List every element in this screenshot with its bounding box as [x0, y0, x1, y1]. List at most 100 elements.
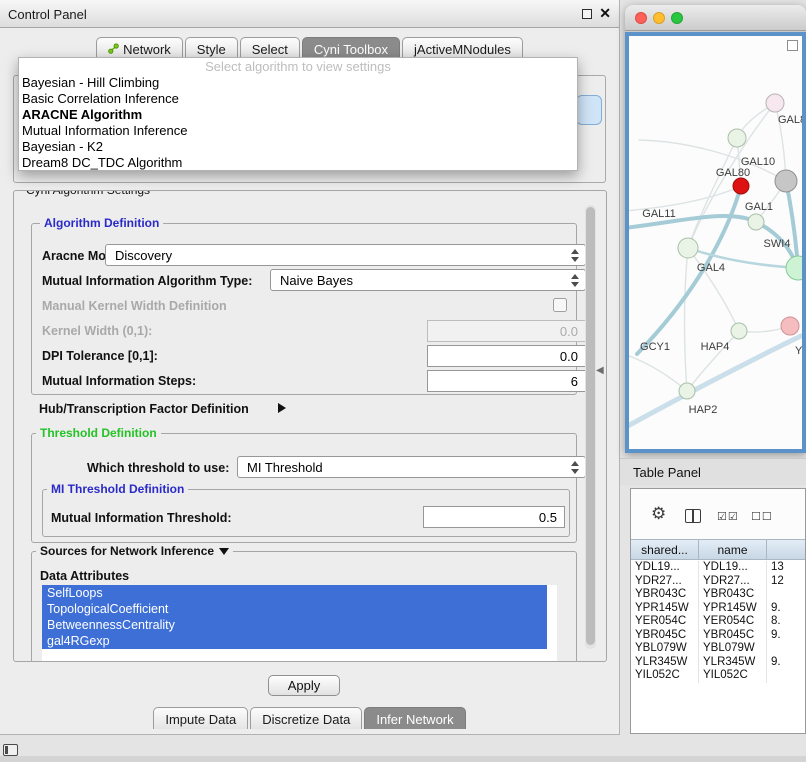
table-row[interactable]: YDL19...YDL19...13 — [631, 561, 805, 575]
network-node[interactable] — [678, 238, 698, 258]
mi-threshold-field[interactable]: 0.5 — [423, 506, 565, 528]
node-label-gal11[interactable]: GAL11 — [642, 208, 675, 220]
tab-label: Cyni Toolbox — [314, 42, 388, 57]
attribute-item-topologicalcoefficient[interactable]: TopologicalCoefficient — [42, 601, 547, 617]
column-header-shared[interactable]: shared... — [631, 540, 699, 559]
canvas-corner-box[interactable] — [787, 40, 798, 51]
table-row[interactable]: YBR043CYBR043C — [631, 588, 805, 602]
node-label-gal8[interactable]: GAL8 — [778, 114, 802, 126]
node-label-gal1[interactable]: GAL1 — [745, 201, 773, 213]
network-node[interactable] — [775, 170, 797, 192]
node-label-y[interactable]: Y — [795, 345, 802, 357]
node-label-gal4[interactable]: GAL4 — [697, 262, 725, 274]
network-node[interactable] — [766, 94, 784, 112]
apply-button[interactable]: Apply — [268, 675, 340, 696]
data-attributes-list[interactable]: SelfLoopsTopologicalCoefficientBetweenne… — [42, 585, 557, 662]
settings-scrollbar[interactable] — [585, 205, 596, 649]
network-edge[interactable] — [629, 354, 687, 391]
attribute-item-selfloops[interactable]: SelfLoops — [42, 585, 547, 601]
table-row[interactable]: YDR27...YDR27...12 — [631, 575, 805, 589]
minimize-traffic-icon[interactable] — [653, 12, 665, 24]
mi-steps-field[interactable]: 6 — [427, 370, 586, 392]
tab-style[interactable]: Style — [185, 37, 238, 59]
node-label-gcy1[interactable]: GCY1 — [640, 341, 670, 353]
tab-network[interactable]: Network — [96, 37, 183, 59]
node-label-hap4[interactable]: HAP4 — [701, 341, 730, 353]
tab-discretize-data[interactable]: Discretize Data — [250, 707, 362, 729]
node-label-hap2[interactable]: HAP2 — [689, 404, 718, 416]
table-cell: YIL052C — [631, 669, 699, 683]
unchecked-boxes-icon[interactable]: ☐☐ — [751, 510, 773, 523]
table-cell — [767, 642, 806, 656]
column-header-name[interactable]: name — [699, 540, 767, 559]
dropdown-item-dream8-dc-tdc-algorithm[interactable]: Dream8 DC_TDC Algorithm — [19, 155, 577, 171]
table-cell: YBL079W — [631, 642, 699, 656]
zoom-traffic-icon[interactable] — [671, 12, 683, 24]
table-header-row: shared...name — [631, 539, 805, 560]
node-label-swi4[interactable]: SWI4 — [764, 238, 791, 250]
which-threshold-select[interactable]: MI Threshold — [237, 456, 586, 478]
gear-icon[interactable]: ⚙ — [651, 504, 666, 524]
dropdown-item-aracne-algorithm[interactable]: ARACNE Algorithm — [19, 107, 577, 123]
tab-impute-data[interactable]: Impute Data — [153, 707, 248, 729]
network-node[interactable] — [786, 256, 802, 280]
node-label-gal10[interactable]: GAL10 — [741, 156, 775, 168]
combo-arrows-icon — [571, 459, 580, 476]
network-node[interactable] — [728, 129, 746, 147]
table-cell: YBR045C — [699, 629, 767, 643]
network-node[interactable] — [781, 317, 799, 335]
network-canvas[interactable]: GAL8 GAL80GAL10 GAL11 GAL1 SWI4 GAL4 GCY1 HAP4 H… — [629, 36, 802, 449]
network-node[interactable] — [733, 178, 749, 194]
expand-right-icon[interactable] — [278, 403, 286, 413]
control-panel-titlebar[interactable]: Control Panel ✕ — [0, 0, 619, 28]
table-cell: YDR27... — [631, 575, 699, 589]
dpi-tolerance-field[interactable]: 0.0 — [427, 345, 586, 367]
tab-jactivemnodules[interactable]: jActiveMNodules — [402, 37, 523, 59]
tab-select[interactable]: Select — [240, 37, 300, 59]
table-row[interactable]: YPR145WYPR145W9. — [631, 602, 805, 616]
dropdown-item-bayesian-hill-climbing[interactable]: Bayesian - Hill Climbing — [19, 75, 577, 91]
network-edge[interactable] — [685, 248, 689, 391]
attribute-item-gal4rgexp[interactable]: gal4RGexp — [42, 633, 547, 649]
tab-label: jActiveMNodules — [414, 42, 511, 57]
mi-algorithm-type-select[interactable]: Naive Bayes — [270, 269, 586, 291]
columns-icon[interactable] — [685, 509, 701, 523]
network-node[interactable] — [731, 323, 747, 339]
dropdown-item-bayesian-k2[interactable]: Bayesian - K2 — [19, 139, 577, 155]
dropdown-placeholder: Select algorithm to view settings — [19, 58, 577, 75]
kernel-width-field[interactable]: 0.0 — [427, 320, 586, 342]
table-row[interactable]: YIL052CYIL052C — [631, 669, 805, 683]
column-header-2[interactable] — [767, 540, 806, 559]
dropdown-item-basic-correlation-inference[interactable]: Basic Correlation Inference — [19, 91, 577, 107]
network-window-titlebar[interactable] — [625, 5, 806, 31]
table-cell: 9. — [767, 602, 806, 616]
which-threshold-label: Which threshold to use: — [87, 461, 229, 475]
collapse-down-icon[interactable] — [219, 548, 229, 555]
table-row[interactable]: YBR045CYBR045C9. — [631, 629, 805, 643]
network-node[interactable] — [679, 383, 695, 399]
table-cell: YPR145W — [699, 602, 767, 616]
table-row[interactable]: YER054CYER054C8. — [631, 615, 805, 629]
attribute-item-betweennesscentrality[interactable]: BetweennessCentrality — [42, 617, 547, 633]
tab-infer-network[interactable]: Infer Network — [364, 707, 465, 729]
checked-boxes-icon[interactable]: ☑☑ — [717, 510, 739, 523]
panel-resize-handle[interactable]: ◀ — [596, 365, 604, 376]
node-label-gal80[interactable]: GAL80 — [716, 167, 750, 179]
network-node[interactable] — [748, 214, 764, 230]
close-traffic-icon[interactable] — [635, 12, 647, 24]
scrollbar-thumb[interactable] — [586, 207, 595, 645]
aracne-mode-select[interactable]: Discovery — [105, 244, 586, 266]
dropdown-item-mutual-information-inference[interactable]: Mutual Information Inference — [19, 123, 577, 139]
algorithm-dropdown-list[interactable]: Select algorithm to view settings Bayesi… — [18, 57, 578, 171]
table-row[interactable]: YLR345WYLR345W9. — [631, 656, 805, 670]
threshold-definition-title: Threshold Definition — [36, 426, 161, 440]
manual-kernel-width-label: Manual Kernel Width Definition — [42, 299, 227, 313]
close-panel-icon[interactable]: ✕ — [599, 5, 611, 22]
hidden-panel-icon[interactable] — [3, 744, 18, 756]
float-panel-icon[interactable] — [582, 9, 592, 19]
tab-cyni-toolbox[interactable]: Cyni Toolbox — [302, 37, 400, 59]
manual-kernel-width-checkbox[interactable] — [553, 298, 567, 312]
table-row[interactable]: YBL079WYBL079W — [631, 642, 805, 656]
hidden-blue-button[interactable] — [576, 95, 602, 125]
bottom-tab-bar: Impute DataDiscretize DataInfer Network — [0, 707, 619, 729]
